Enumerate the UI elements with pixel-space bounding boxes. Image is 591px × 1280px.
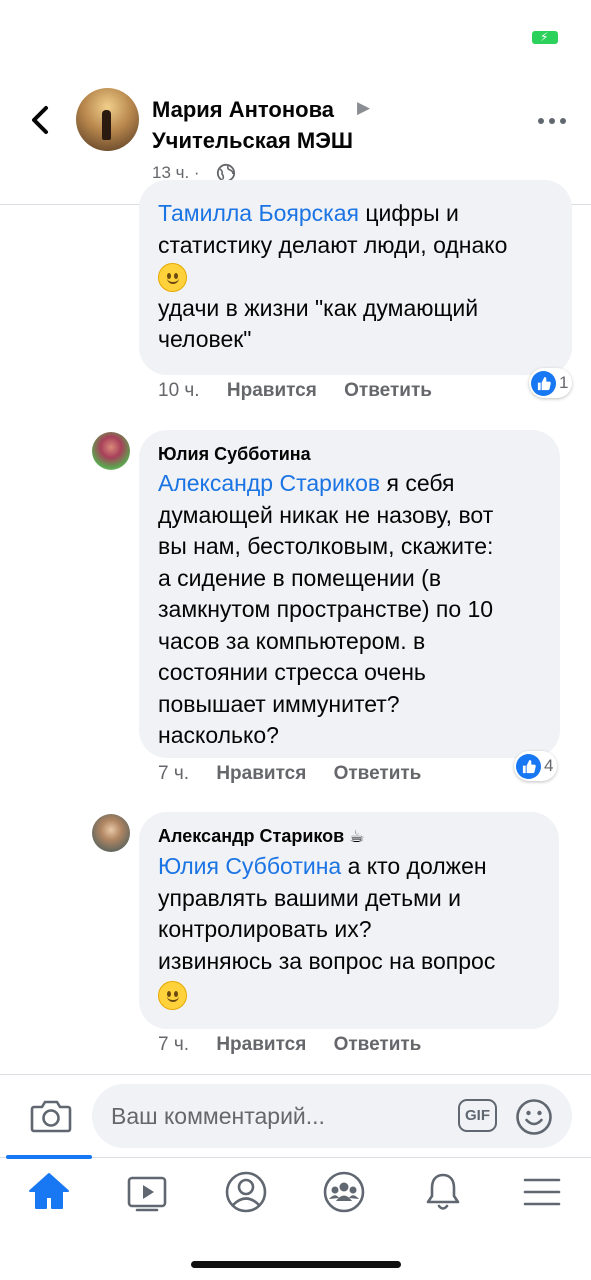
- post-author-name[interactable]: Мария Антонова: [152, 96, 334, 124]
- like-link[interactable]: Нравится: [227, 380, 317, 401]
- mention-link[interactable]: Юлия Субботина: [158, 853, 341, 879]
- home-indicator: [191, 1261, 401, 1268]
- like-reaction-icon: [516, 753, 541, 779]
- comment-text: Тамилла Боярская цифры и статистику дела…: [158, 200, 508, 352]
- comment-time: 7 ч.: [158, 763, 190, 784]
- composer-divider: [0, 1074, 591, 1075]
- like-reaction-icon: [531, 370, 556, 396]
- smile-emoji-icon: [158, 263, 187, 293]
- commenter-avatar[interactable]: [92, 814, 130, 852]
- active-tab-indicator: [6, 1155, 92, 1159]
- comment-author[interactable]: Александр Стариков ☕: [158, 824, 365, 849]
- gif-icon[interactable]: GIF: [458, 1099, 497, 1132]
- camera-icon[interactable]: [30, 1098, 72, 1134]
- reply-link[interactable]: Ответить: [344, 380, 432, 401]
- comment-time: 7 ч.: [158, 1034, 190, 1055]
- back-chevron-icon[interactable]: [22, 100, 62, 140]
- comment-meta: 7 ч. Нравится Ответить: [158, 762, 421, 786]
- comment-input-placeholder[interactable]: Ваш комментарий...: [111, 1101, 325, 1131]
- like-link[interactable]: Нравится: [216, 763, 306, 784]
- reaction-count[interactable]: 4: [514, 751, 558, 781]
- notifications-icon[interactable]: [419, 1168, 467, 1216]
- coffee-badge-icon: ☕: [349, 827, 365, 846]
- battery-icon: ⚡: [532, 30, 558, 44]
- smile-emoji-icon: [158, 981, 187, 1011]
- like-link[interactable]: Нравится: [216, 1034, 306, 1055]
- home-icon[interactable]: [25, 1168, 73, 1216]
- comment-time: 10 ч.: [158, 380, 200, 401]
- reply-link[interactable]: Ответить: [334, 763, 422, 784]
- reaction-count[interactable]: 1: [529, 368, 573, 398]
- reply-link[interactable]: Ответить: [334, 1034, 422, 1055]
- group-name[interactable]: Учительская МЭШ: [152, 127, 353, 155]
- groups-icon[interactable]: [320, 1168, 368, 1216]
- comment-author[interactable]: Юлия Субботина: [158, 442, 311, 466]
- video-icon[interactable]: [123, 1168, 171, 1216]
- more-dots-icon[interactable]: [538, 116, 568, 126]
- triangle-right-icon: ▶: [357, 98, 371, 117]
- comment-meta: 10 ч. Нравится Ответить: [158, 379, 432, 403]
- comment-text: Александр Стариков я себя думающей никак…: [158, 470, 494, 748]
- comment-text: Юлия Субботина а кто должен управлять ва…: [158, 851, 558, 1011]
- profile-icon[interactable]: [222, 1168, 270, 1216]
- mention-link[interactable]: Александр Стариков: [158, 470, 380, 496]
- emoji-icon[interactable]: [515, 1098, 553, 1136]
- menu-icon[interactable]: [518, 1168, 566, 1216]
- author-avatar[interactable]: [76, 88, 139, 151]
- comment-meta: 7 ч. Нравится Ответить: [158, 1033, 421, 1057]
- mention-link[interactable]: Тамилла Боярская: [158, 200, 359, 226]
- commenter-avatar[interactable]: [92, 432, 130, 470]
